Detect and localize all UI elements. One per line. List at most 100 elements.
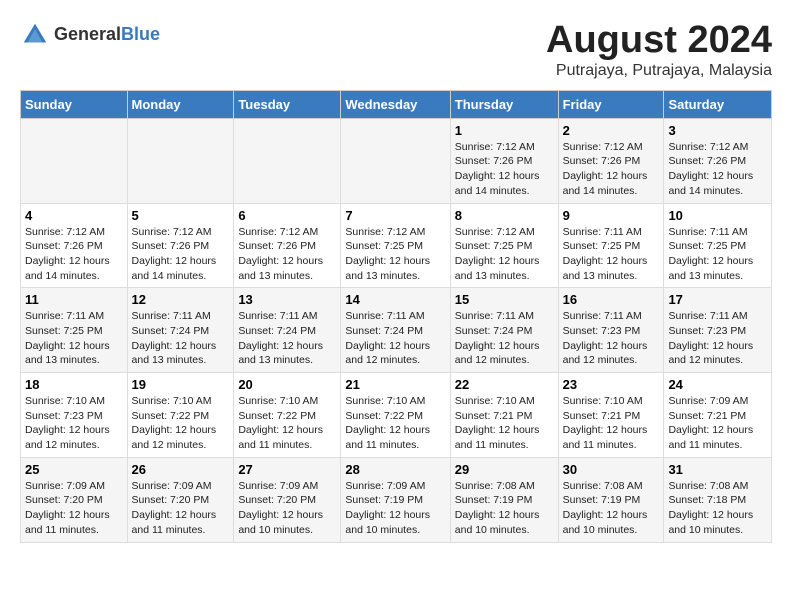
day-number: 8 [455,208,554,223]
calendar-cell: 23Sunrise: 7:10 AMSunset: 7:21 PMDayligh… [558,373,664,458]
calendar-cell: 27 Sunrise: 7:09 AMSunset: 7:20 PMDayligh… [234,457,341,542]
day-info: Sunrise: 7:12 AMSunset: 7:26 PMDaylight:… [238,226,323,282]
day-info: Sunrise: 7:08 AMSunset: 7:19 PMDaylight:… [455,480,540,536]
day-info: Sunrise: 7:08 AMSunset: 7:19 PMDaylight:… [563,480,648,536]
day-number: 30 [563,462,660,477]
day-header: Monday [127,90,234,118]
day-info: Sunrise: 7:10 AMSunset: 7:22 PMDaylight:… [345,395,430,451]
day-number: 11 [25,292,123,307]
day-number: 7 [345,208,445,223]
day-info: Sunrise: 7:12 AMSunset: 7:26 PMDaylight:… [563,141,648,197]
main-title: August 2024 [546,20,772,62]
logo-blue: Blue [121,24,160,44]
day-number: 18 [25,377,123,392]
day-number: 22 [455,377,554,392]
calendar-cell: 3 Sunrise: 7:12 AMSunset: 7:26 PMDaylight… [664,118,772,203]
logo-general: General [54,24,121,44]
day-info: Sunrise: 7:10 AMSunset: 7:21 PMDaylight:… [455,395,540,451]
day-number: 9 [563,208,660,223]
calendar-cell: 22 Sunrise: 7:10 AMSunset: 7:21 PMDayligh… [450,373,558,458]
calendar-cell: 18 Sunrise: 7:10 AMSunset: 7:23 PMDayligh… [21,373,128,458]
day-number: 15 [455,292,554,307]
day-number: 6 [238,208,336,223]
calendar-table: SundayMondayTuesdayWednesdayThursdayFrid… [20,90,772,543]
calendar-cell: 20 Sunrise: 7:10 AMSunset: 7:22 PMDayligh… [234,373,341,458]
day-number: 1 [455,123,554,138]
calendar-cell: 30 Sunrise: 7:08 AMSunset: 7:19 PMDayligh… [558,457,664,542]
day-info: Sunrise: 7:09 AMSunset: 7:20 PMDaylight:… [25,480,110,536]
day-number: 21 [345,377,445,392]
calendar-cell [234,118,341,203]
calendar-cell: 10Sunrise: 7:11 AMSunset: 7:25 PMDayligh… [664,203,772,288]
calendar-cell: 17 Sunrise: 7:11 AMSunset: 7:23 PMDayligh… [664,288,772,373]
day-number: 28 [345,462,445,477]
day-info: Sunrise: 7:11 AMSunset: 7:24 PMDaylight:… [345,310,430,366]
day-info: Sunrise: 7:08 AMSunset: 7:18 PMDaylight:… [668,480,753,536]
day-info: Sunrise: 7:10 AMSunset: 7:22 PMDaylight:… [238,395,323,451]
calendar-week-row: 4 Sunrise: 7:12 AMSunset: 7:26 PMDaylight… [21,203,772,288]
calendar-week-row: 1 Sunrise: 7:12 AMSunset: 7:26 PMDaylight… [21,118,772,203]
day-header: Thursday [450,90,558,118]
day-number: 4 [25,208,123,223]
calendar-cell: 13Sunrise: 7:11 AMSunset: 7:24 PMDayligh… [234,288,341,373]
logo-text: GeneralBlue [54,24,160,46]
day-number: 26 [132,462,230,477]
calendar-cell: 14 Sunrise: 7:11 AMSunset: 7:24 PMDayligh… [341,288,450,373]
day-header: Tuesday [234,90,341,118]
calendar-cell: 28 Sunrise: 7:09 AMSunset: 7:19 PMDayligh… [341,457,450,542]
day-header: Sunday [21,90,128,118]
calendar-cell: 16Sunrise: 7:11 AMSunset: 7:23 PMDayligh… [558,288,664,373]
day-number: 5 [132,208,230,223]
day-info: Sunrise: 7:12 AMSunset: 7:26 PMDaylight:… [668,141,753,197]
logo: GeneralBlue [20,20,160,50]
day-info: Sunrise: 7:12 AMSunset: 7:25 PMDaylight:… [345,226,430,282]
day-header: Saturday [664,90,772,118]
day-info: Sunrise: 7:11 AMSunset: 7:24 PMDaylight:… [132,310,217,366]
header: GeneralBlue August 2024 Putrajaya, Putra… [20,20,772,80]
day-info: Sunrise: 7:12 AMSunset: 7:25 PMDaylight:… [455,226,540,282]
day-number: 19 [132,377,230,392]
calendar-week-row: 25 Sunrise: 7:09 AMSunset: 7:20 PMDayligh… [21,457,772,542]
day-info: Sunrise: 7:09 AMSunset: 7:20 PMDaylight:… [238,480,323,536]
header-row: SundayMondayTuesdayWednesdayThursdayFrid… [21,90,772,118]
day-number: 25 [25,462,123,477]
day-number: 10 [668,208,767,223]
day-number: 20 [238,377,336,392]
day-number: 3 [668,123,767,138]
calendar-cell [21,118,128,203]
calendar-cell: 9Sunrise: 7:11 AMSunset: 7:25 PMDaylight… [558,203,664,288]
subtitle: Putrajaya, Putrajaya, Malaysia [546,62,772,80]
calendar-cell: 25 Sunrise: 7:09 AMSunset: 7:20 PMDayligh… [21,457,128,542]
day-number: 14 [345,292,445,307]
day-number: 2 [563,123,660,138]
day-info: Sunrise: 7:11 AMSunset: 7:24 PMDaylight:… [455,310,540,366]
calendar-cell: 29Sunrise: 7:08 AMSunset: 7:19 PMDayligh… [450,457,558,542]
day-info: Sunrise: 7:12 AMSunset: 7:26 PMDaylight:… [132,226,217,282]
calendar-week-row: 18 Sunrise: 7:10 AMSunset: 7:23 PMDayligh… [21,373,772,458]
day-info: Sunrise: 7:10 AMSunset: 7:22 PMDaylight:… [132,395,217,451]
day-info: Sunrise: 7:10 AMSunset: 7:23 PMDaylight:… [25,395,110,451]
day-header: Wednesday [341,90,450,118]
calendar-cell: 26Sunrise: 7:09 AMSunset: 7:20 PMDayligh… [127,457,234,542]
day-number: 24 [668,377,767,392]
calendar-cell: 8 Sunrise: 7:12 AMSunset: 7:25 PMDaylight… [450,203,558,288]
calendar-cell: 24 Sunrise: 7:09 AMSunset: 7:21 PMDayligh… [664,373,772,458]
calendar-cell [341,118,450,203]
day-number: 13 [238,292,336,307]
day-info: Sunrise: 7:09 AMSunset: 7:21 PMDaylight:… [668,395,753,451]
calendar-cell: 15 Sunrise: 7:11 AMSunset: 7:24 PMDayligh… [450,288,558,373]
calendar-cell: 19 Sunrise: 7:10 AMSunset: 7:22 PMDayligh… [127,373,234,458]
day-info: Sunrise: 7:09 AMSunset: 7:19 PMDaylight:… [345,480,430,536]
day-number: 16 [563,292,660,307]
calendar-cell: 6 Sunrise: 7:12 AMSunset: 7:26 PMDaylight… [234,203,341,288]
logo-icon [20,20,50,50]
day-number: 31 [668,462,767,477]
day-info: Sunrise: 7:11 AMSunset: 7:25 PMDaylight:… [25,310,110,366]
day-number: 17 [668,292,767,307]
day-number: 27 [238,462,336,477]
calendar-cell: 31 Sunrise: 7:08 AMSunset: 7:18 PMDayligh… [664,457,772,542]
day-number: 23 [563,377,660,392]
title-section: August 2024 Putrajaya, Putrajaya, Malays… [546,20,772,80]
calendar-cell: 4Sunrise: 7:12 AMSunset: 7:26 PMDaylight… [21,203,128,288]
day-info: Sunrise: 7:11 AMSunset: 7:23 PMDaylight:… [668,310,753,366]
